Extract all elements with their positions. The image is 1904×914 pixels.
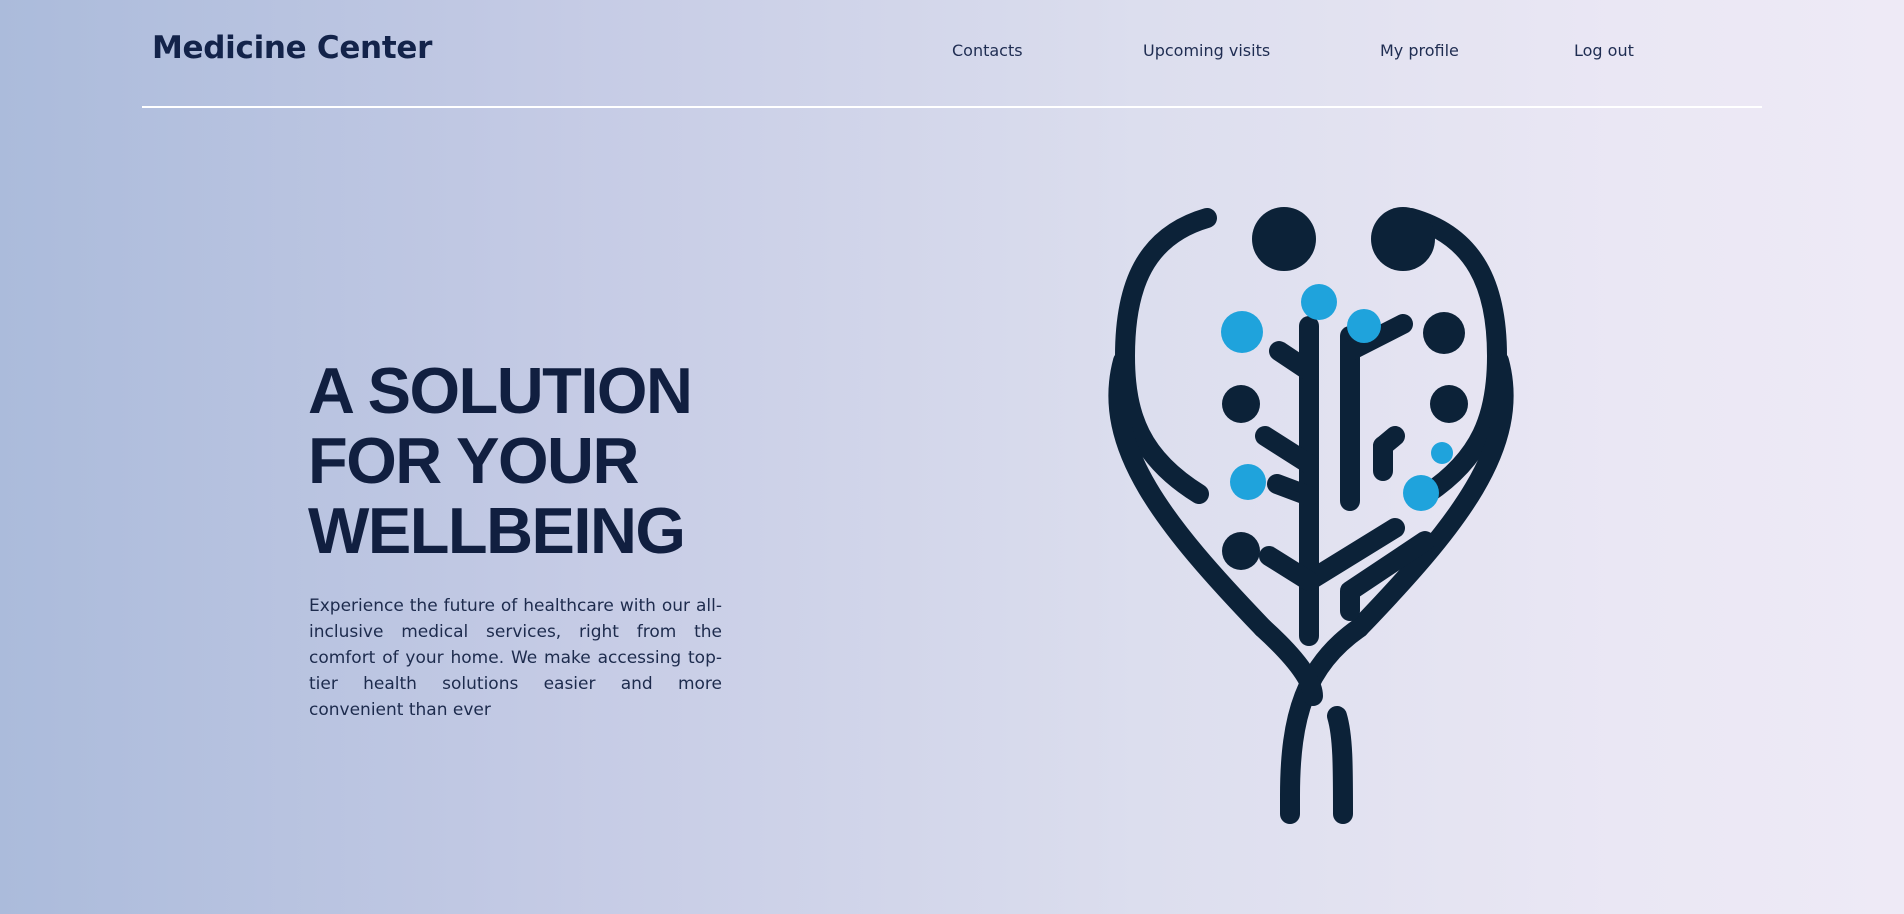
brand-logo-text[interactable]: Medicine Center [152,30,432,66]
hero-title-line-3: WELLBEING [308,494,686,567]
dark-dot [1222,385,1260,423]
hero-title-line-1: A SOLUTION [308,354,693,427]
site-header: Medicine Center Contacts Upcoming visits… [142,0,1762,108]
hero-title-line-2: FOR YOUR [308,424,639,497]
nav-contacts-link[interactable]: Contacts [952,41,1023,60]
dark-dot [1222,532,1260,570]
accent-dot [1347,309,1381,343]
nav-upcoming-visits-link[interactable]: Upcoming visits [1143,41,1270,60]
dark-dot [1430,385,1468,423]
hero-description: Experience the future of healthcare with… [309,596,722,720]
accent-dot [1230,464,1266,500]
nav-log-out-link[interactable]: Log out [1574,41,1634,60]
accent-dot [1221,311,1263,353]
stethoscope-tree-heart-icon [1108,207,1514,824]
dark-dot [1423,312,1465,354]
earpiece-right-dot [1371,207,1435,271]
hero-title: A SOLUTION FOR YOUR WELLBEING [308,354,693,567]
accent-dot [1403,475,1439,511]
accent-dot [1301,284,1337,320]
earpiece-left-dot [1252,207,1316,271]
nav-my-profile-link[interactable]: My profile [1380,41,1459,60]
accent-dot [1431,442,1453,464]
